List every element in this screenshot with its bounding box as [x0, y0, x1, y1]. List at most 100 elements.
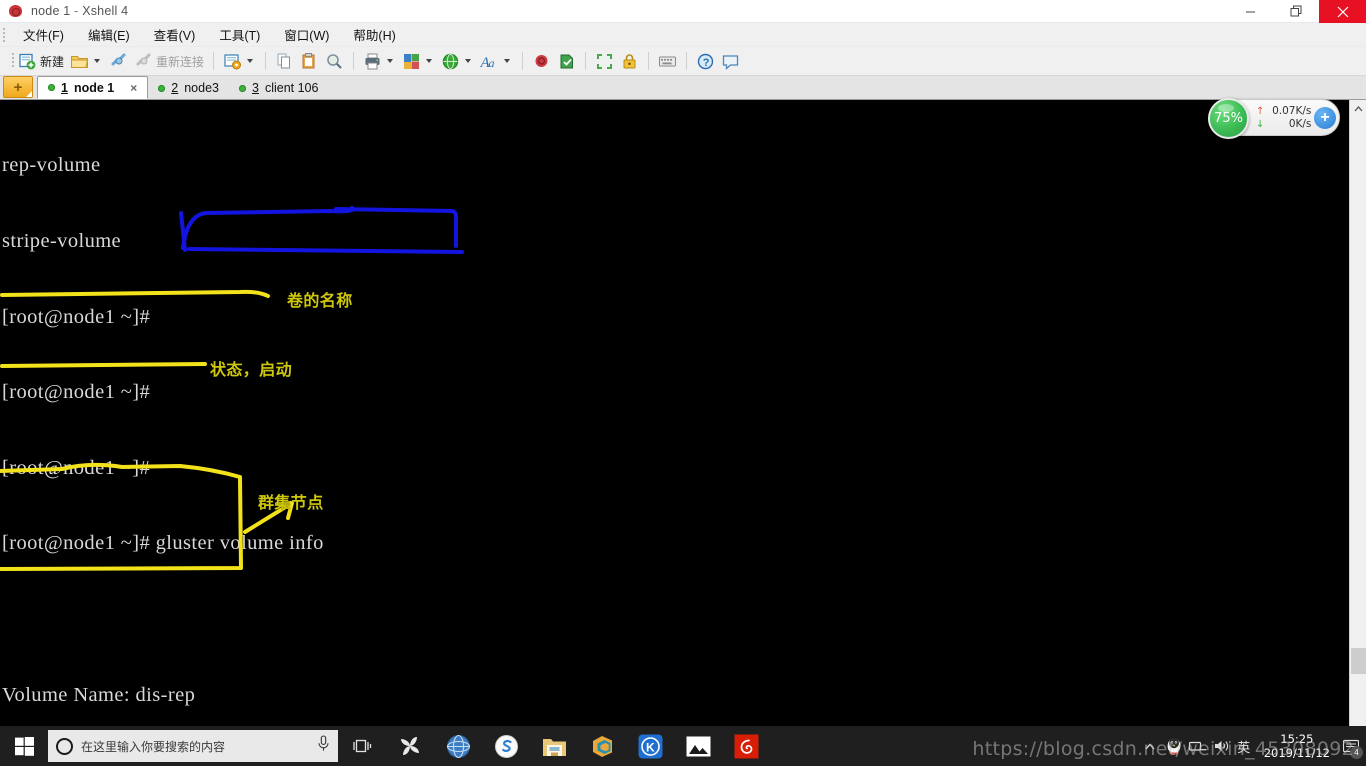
task-view-button[interactable]: [338, 726, 386, 766]
maximize-button[interactable]: [1273, 0, 1319, 23]
netease-music-icon: [734, 734, 758, 758]
minimize-button[interactable]: [1227, 0, 1273, 23]
clock-time: 15:25: [1280, 732, 1314, 746]
print-caret-icon[interactable]: [387, 59, 394, 63]
new-session-button[interactable]: 新建: [15, 49, 67, 73]
scrollbar-thumb[interactable]: [1351, 648, 1366, 674]
ime-indicator[interactable]: 英: [1234, 726, 1254, 766]
upload-rate-value: 0.07K/s: [1272, 104, 1312, 117]
menu-file[interactable]: 文件(F): [14, 23, 73, 46]
terminal-line: rep-volume: [2, 154, 101, 177]
tab-label: client 106: [264, 81, 319, 95]
volume-name-annotation: 卷的名称: [287, 291, 353, 310]
open-folder-caret-icon[interactable]: [94, 59, 101, 63]
terminal-output[interactable]: rep-volume stripe-volume [root@node1 ~]#…: [0, 100, 1349, 726]
connect-button[interactable]: [106, 49, 131, 73]
session-manager-button[interactable]: [220, 49, 259, 73]
toolbar-separator: [213, 52, 215, 70]
download-rate-row: ↓ 0K/s: [1256, 118, 1311, 131]
volume-name-underline: [0, 289, 270, 298]
menu-window[interactable]: 窗口(W): [275, 23, 338, 46]
widget-expand-button[interactable]: +: [1314, 107, 1336, 129]
memory-usage-ball[interactable]: 75%: [1208, 98, 1249, 139]
status-annotation: 状态，启动: [210, 360, 293, 379]
reconnect-label: 重新连接: [156, 54, 205, 69]
color-scheme-button[interactable]: [399, 49, 438, 73]
web-transfer-caret-icon[interactable]: [465, 59, 472, 63]
notification-center-button[interactable]: 4: [1340, 726, 1363, 766]
chat-icon: [721, 52, 740, 71]
toolbar-separator: [648, 52, 650, 70]
window-title: node 1 - Xshell 4: [31, 4, 128, 18]
tab-close-icon[interactable]: ×: [130, 81, 137, 95]
tab-status-dot-icon: [158, 84, 166, 92]
taskbar-app-browser[interactable]: [434, 726, 482, 766]
menu-tools[interactable]: 工具(T): [210, 23, 269, 46]
taskbar-clock[interactable]: 15:25 2019/11/12: [1254, 732, 1340, 760]
toolbar-separator: [265, 52, 267, 70]
search-box[interactable]: 在这里输入你要搜索的内容: [48, 730, 338, 762]
volume-tray-icon[interactable]: [1210, 726, 1234, 766]
microphone-icon[interactable]: [317, 735, 330, 757]
qq-tray-icon[interactable]: [1162, 726, 1186, 766]
web-transfer-button[interactable]: [438, 49, 477, 73]
find-button[interactable]: [322, 49, 347, 73]
chevron-up-icon: [1354, 105, 1362, 111]
menu-view[interactable]: 查看(V): [145, 23, 205, 46]
tab-strip: + 1 node 1 × 2 node3 3 client 106: [0, 76, 1366, 100]
new-tab-button[interactable]: +: [3, 76, 33, 98]
svg-text:K: K: [646, 740, 655, 754]
font-caret-icon[interactable]: [504, 59, 511, 63]
paste-button[interactable]: [297, 49, 322, 73]
tab-client-106[interactable]: 3 client 106: [229, 77, 328, 99]
open-folder-button[interactable]: [67, 49, 106, 73]
network-speed-widget[interactable]: 75% ↑ 0.07K/s ↓ 0K/s +: [1208, 98, 1340, 139]
taskbar-app-creative[interactable]: [386, 726, 434, 766]
print-button[interactable]: [360, 49, 399, 73]
font-button[interactable]: A a: [477, 49, 516, 73]
close-button[interactable]: [1319, 0, 1366, 23]
clock-date: 2019/11/12: [1263, 746, 1330, 760]
reconnect-button[interactable]: 重新连接: [131, 49, 207, 73]
terminal-scrollbar[interactable]: [1349, 100, 1366, 726]
network-tray-icon[interactable]: [1186, 726, 1210, 766]
xshell-window: node 1 - Xshell 4 文件(F) 编辑(E) 查看(V) 工具(T…: [0, 0, 1366, 726]
xftp-launch-button[interactable]: [554, 49, 579, 73]
start-button[interactable]: [0, 726, 48, 766]
taskbar-app-sogou[interactable]: [482, 726, 530, 766]
menu-edit[interactable]: 编辑(E): [79, 23, 139, 46]
copy-button[interactable]: [272, 49, 297, 73]
help-icon: ?: [696, 52, 715, 71]
toolbar-separator: [353, 52, 355, 70]
search-input[interactable]: 在这里输入你要搜索的内容: [81, 738, 309, 755]
session-manager-icon: [223, 52, 242, 71]
chat-button[interactable]: [718, 49, 743, 73]
svg-text:a: a: [489, 56, 495, 70]
taskbar-app-office[interactable]: [578, 726, 626, 766]
taskbar-app-kingsoft[interactable]: K: [626, 726, 674, 766]
tab-status-dot-icon: [238, 84, 246, 92]
taskbar-app-netease-music[interactable]: [722, 726, 770, 766]
menu-help[interactable]: 帮助(H): [344, 23, 404, 46]
xshell-launch-button[interactable]: [529, 49, 554, 73]
session-manager-caret-icon[interactable]: [247, 59, 254, 63]
help-button[interactable]: ?: [693, 49, 718, 73]
qq-penguin-icon: [1167, 737, 1181, 755]
taskbar-app-photos[interactable]: [674, 726, 722, 766]
terminal-line: [root@node1 ~]#: [2, 305, 151, 328]
color-scheme-caret-icon[interactable]: [426, 59, 433, 63]
tab-node-1[interactable]: 1 node 1 ×: [37, 76, 149, 99]
lock-button[interactable]: [617, 49, 642, 73]
keyboard-button[interactable]: [655, 49, 680, 73]
search-icon: [325, 52, 344, 71]
scroll-up-button[interactable]: [1350, 100, 1366, 117]
fullscreen-button[interactable]: [592, 49, 617, 73]
show-hidden-icons-button[interactable]: [1138, 726, 1162, 766]
xftp-icon: [557, 52, 576, 71]
toolbar-separator: [585, 52, 587, 70]
terminal-command-line: [root@node1 ~]# gluster volume info: [2, 532, 324, 555]
tab-node3[interactable]: 2 node3: [148, 77, 229, 99]
terminal-area: rep-volume stripe-volume [root@node1 ~]#…: [0, 100, 1366, 726]
chevron-up-icon: [1145, 743, 1155, 749]
taskbar-app-folder[interactable]: [530, 726, 578, 766]
